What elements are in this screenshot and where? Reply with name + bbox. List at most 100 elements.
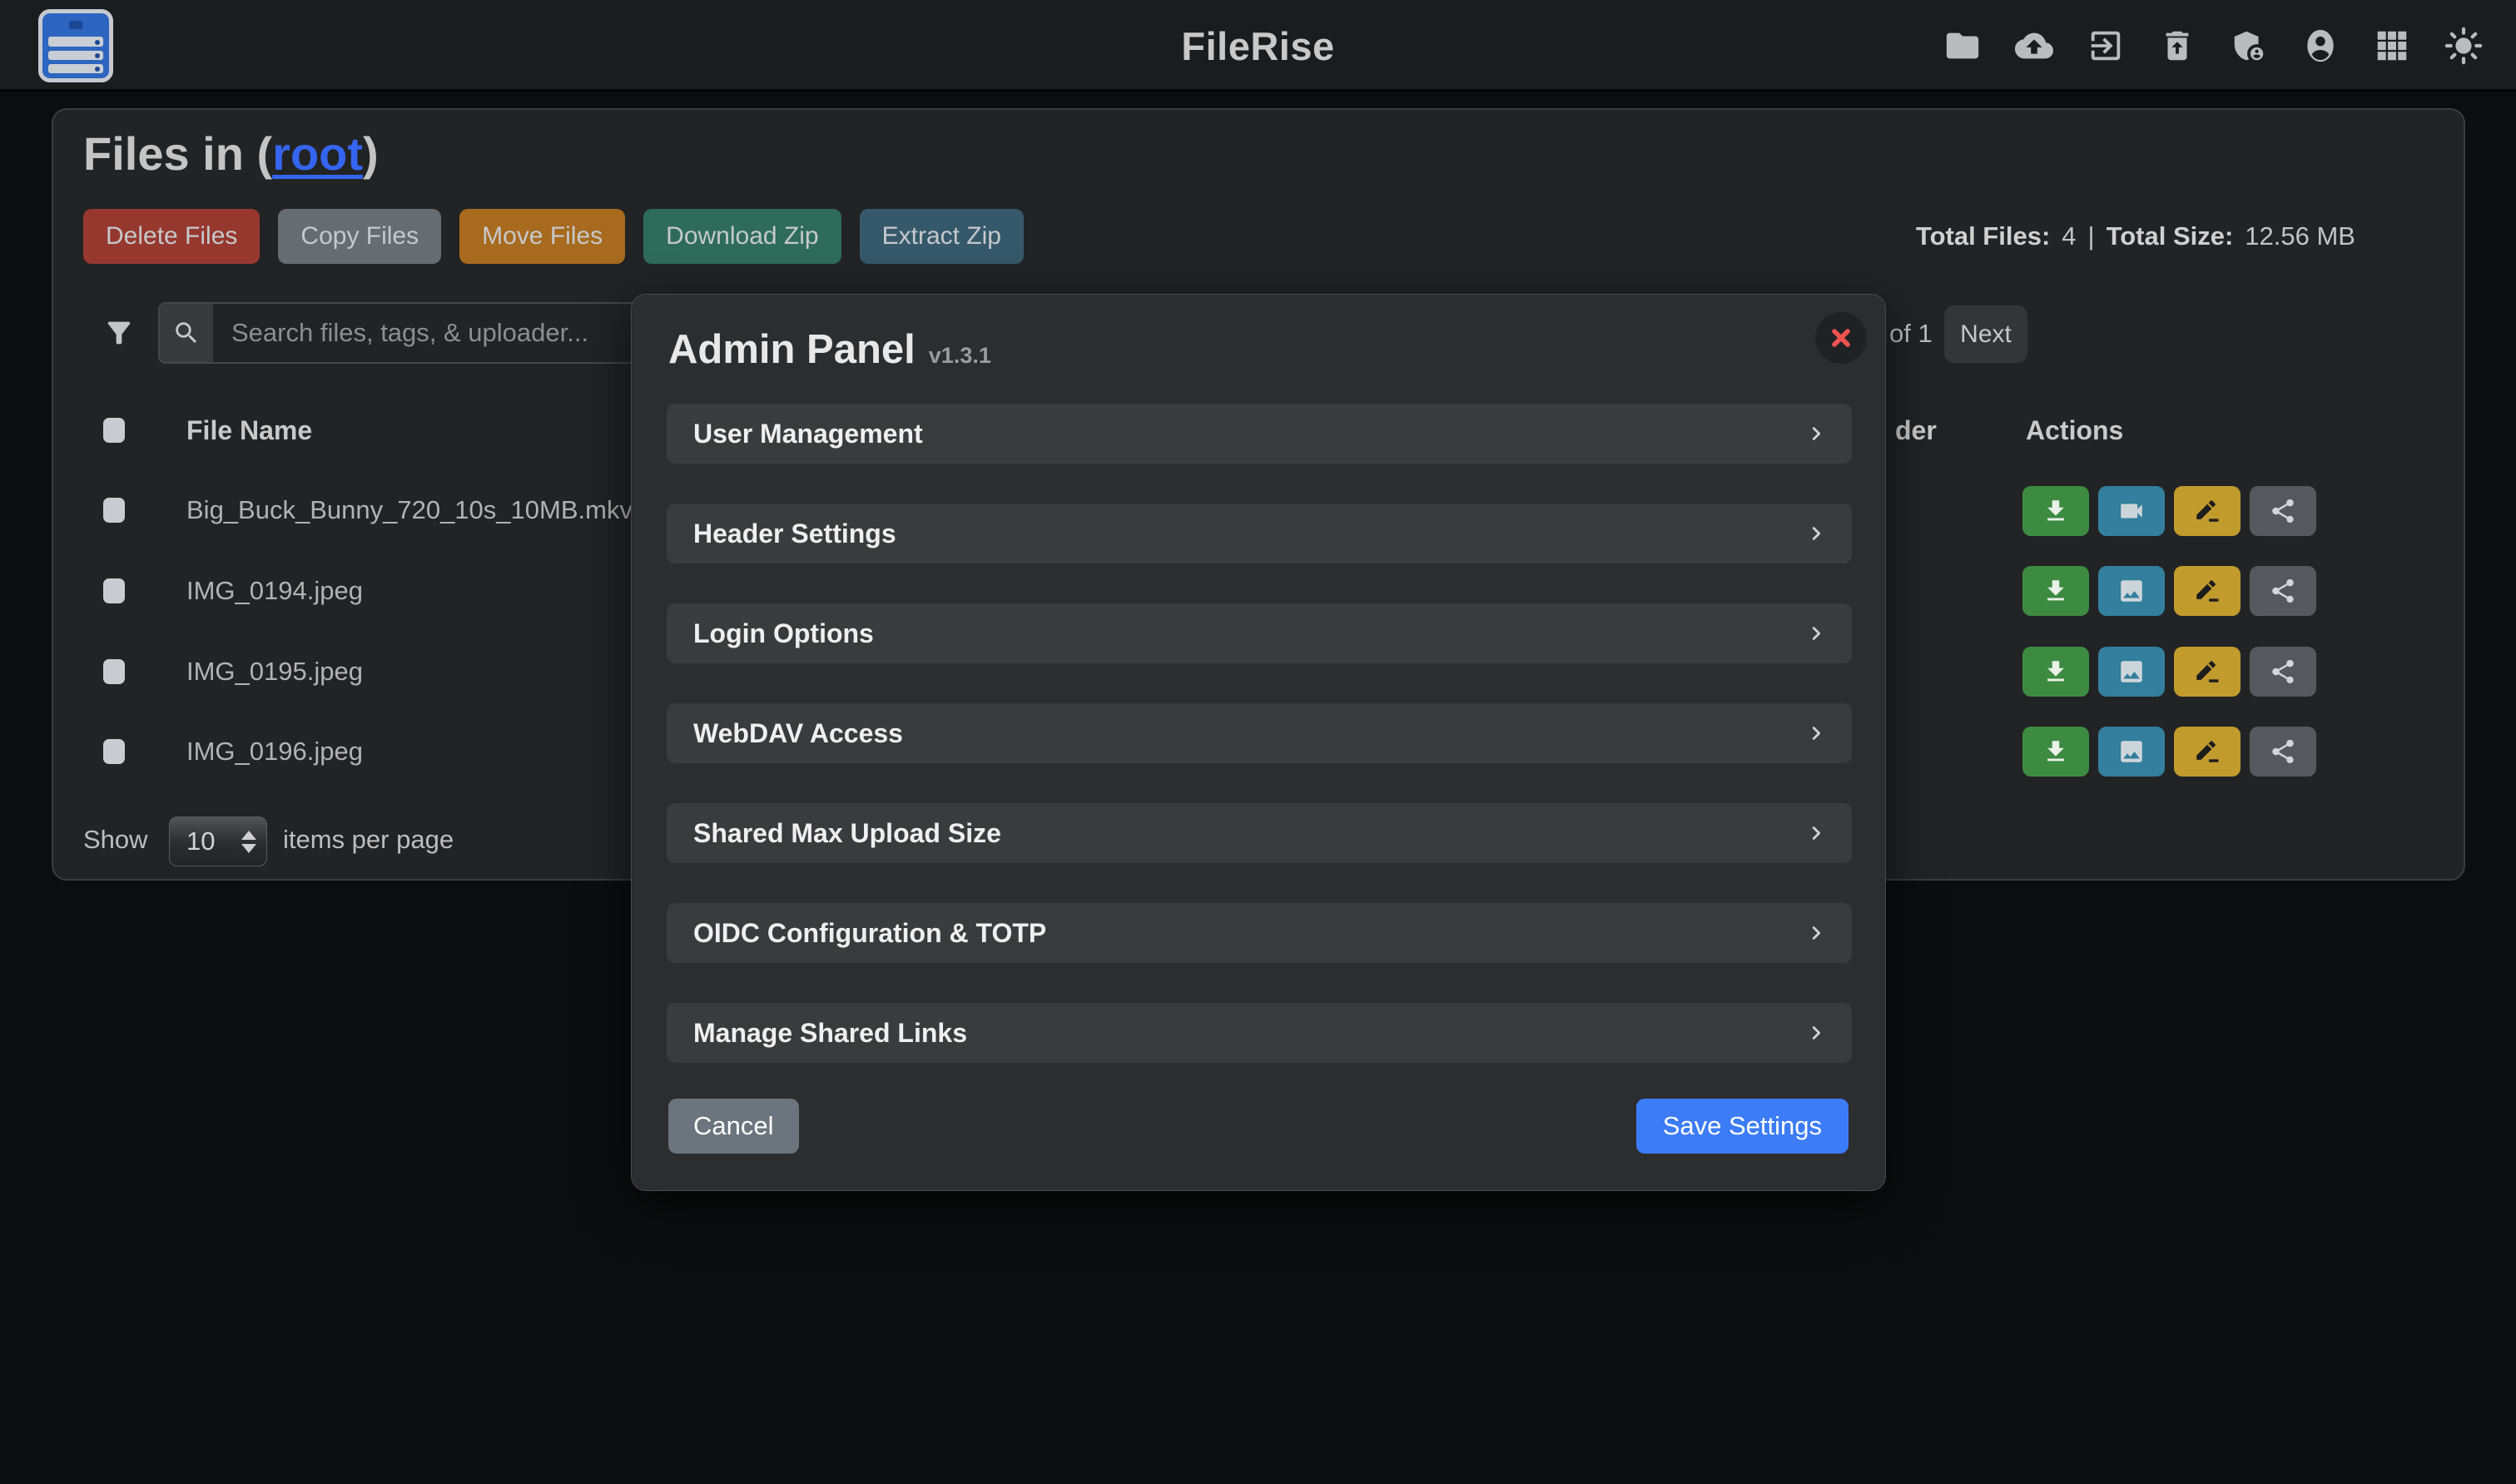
chevron-right-icon — [1802, 919, 1830, 947]
heading-suffix: ) — [363, 127, 379, 180]
user-icon[interactable] — [2301, 27, 2340, 65]
header-icon-group — [1943, 0, 2483, 92]
spinner-arrows-icon — [241, 831, 256, 853]
menu-item-label: WebDAV Access — [693, 718, 903, 749]
admin-panel-modal: Admin Panel v1.3.1 User Management Heade… — [631, 294, 1886, 1191]
chevron-right-icon — [1802, 619, 1830, 648]
menu-item-header-settings[interactable]: Header Settings — [667, 504, 1852, 563]
select-all-checkbox[interactable] — [103, 418, 125, 443]
edit-button[interactable] — [2174, 486, 2241, 536]
total-size-value: 12.56 MB — [2245, 221, 2355, 251]
page-size-select[interactable]: 10 — [169, 816, 267, 866]
total-files-value: 4 — [2062, 221, 2076, 251]
copy-files-button[interactable]: Copy Files — [278, 209, 441, 264]
admin-shield-icon[interactable] — [2230, 27, 2268, 65]
total-size-label: Total Size: — [2107, 221, 2234, 251]
menu-item-label: OIDC Configuration & TOTP — [693, 918, 1046, 949]
row-actions — [2022, 727, 2316, 777]
cloud-upload-icon[interactable] — [2015, 27, 2053, 65]
search-icon[interactable] — [160, 304, 213, 362]
filter-icon[interactable] — [102, 316, 136, 350]
file-actions-toolbar: Delete Files Copy Files Move Files Downl… — [83, 209, 1024, 264]
file-name-cell[interactable]: IMG_0194.jpeg — [186, 573, 363, 609]
menu-item-label: Login Options — [693, 618, 874, 649]
light-mode-icon[interactable] — [2444, 27, 2483, 65]
chevron-right-icon — [1802, 419, 1830, 448]
download-button[interactable] — [2022, 647, 2089, 697]
cancel-button[interactable]: Cancel — [668, 1099, 799, 1154]
logo-bar — [48, 37, 103, 46]
menu-item-label: Manage Shared Links — [693, 1018, 967, 1049]
download-button[interactable] — [2022, 486, 2089, 536]
row-actions — [2022, 566, 2316, 616]
share-button[interactable] — [2250, 647, 2316, 697]
chevron-right-icon — [1802, 519, 1830, 548]
top-bar: FileRise — [0, 0, 2516, 92]
show-label: Show — [83, 821, 148, 858]
actions-column-header: Actions — [2026, 412, 2123, 449]
image-icon[interactable] — [2098, 727, 2165, 777]
chevron-right-icon — [1802, 819, 1830, 847]
logo-bar — [48, 51, 103, 60]
page-size-value: 10 — [186, 826, 241, 856]
uploader-column-header-fragment[interactable]: der — [1895, 412, 1937, 449]
logo-chip — [48, 18, 103, 31]
share-button[interactable] — [2250, 486, 2316, 536]
row-actions — [2022, 486, 2316, 536]
summary-divider: | — [2088, 221, 2095, 251]
menu-item-oidc-totp[interactable]: OIDC Configuration & TOTP — [667, 903, 1852, 963]
menu-item-label: User Management — [693, 419, 923, 449]
menu-item-label: Header Settings — [693, 519, 896, 549]
edit-button[interactable] — [2174, 647, 2241, 697]
menu-item-user-management[interactable]: User Management — [667, 404, 1852, 464]
file-name-cell[interactable]: IMG_0195.jpeg — [186, 653, 363, 690]
file-name-cell[interactable]: Big_Buck_Bunny_720_10s_10MB.mkv — [186, 492, 633, 529]
edit-button[interactable] — [2174, 727, 2241, 777]
modal-header: Admin Panel v1.3.1 — [668, 326, 991, 373]
save-settings-button[interactable]: Save Settings — [1636, 1099, 1849, 1154]
restore-trash-icon[interactable] — [2158, 27, 2196, 65]
items-per-page-label: items per page — [283, 821, 454, 858]
row-checkbox[interactable] — [103, 659, 125, 684]
menu-item-webdav-access[interactable]: WebDAV Access — [667, 703, 1852, 763]
heading-prefix: Files in ( — [83, 127, 272, 180]
grid-icon[interactable] — [2373, 27, 2411, 65]
image-icon[interactable] — [2098, 647, 2165, 697]
delete-files-button[interactable]: Delete Files — [83, 209, 260, 264]
image-icon[interactable] — [2098, 566, 2165, 616]
menu-item-login-options[interactable]: Login Options — [667, 603, 1852, 663]
file-name-column-header[interactable]: File Name — [186, 412, 312, 449]
root-folder-link[interactable]: root — [272, 127, 363, 180]
row-checkbox[interactable] — [103, 498, 125, 523]
videocam-icon[interactable] — [2098, 486, 2165, 536]
chevron-right-icon — [1802, 1019, 1830, 1047]
folder-icon[interactable] — [1943, 27, 1982, 65]
page-of-label: of 1 — [1889, 319, 1933, 349]
extract-zip-button[interactable]: Extract Zip — [860, 209, 1024, 264]
page-title: Files in (root) — [83, 127, 379, 181]
row-actions — [2022, 647, 2316, 697]
chevron-right-icon — [1802, 719, 1830, 747]
modal-version: v1.3.1 — [929, 343, 991, 369]
row-checkbox[interactable] — [103, 578, 125, 603]
modal-title: Admin Panel — [668, 326, 916, 373]
total-files-label: Total Files: — [1916, 221, 2050, 251]
totals-summary: Total Files: 4 | Total Size: 12.56 MB — [1916, 221, 2355, 251]
menu-item-label: Shared Max Upload Size — [693, 818, 1001, 849]
file-name-cell[interactable]: IMG_0196.jpeg — [186, 733, 363, 770]
row-checkbox[interactable] — [103, 739, 125, 764]
download-button[interactable] — [2022, 727, 2089, 777]
logo-bar — [48, 64, 103, 73]
download-zip-button[interactable]: Download Zip — [643, 209, 841, 264]
sign-in-icon[interactable] — [2087, 27, 2125, 65]
filerise-logo-icon[interactable] — [38, 9, 113, 82]
next-page-button[interactable]: Next — [1944, 305, 2027, 363]
menu-item-manage-shared-links[interactable]: Manage Shared Links — [667, 1003, 1852, 1063]
close-icon[interactable] — [1815, 312, 1867, 364]
move-files-button[interactable]: Move Files — [459, 209, 625, 264]
share-button[interactable] — [2250, 727, 2316, 777]
share-button[interactable] — [2250, 566, 2316, 616]
edit-button[interactable] — [2174, 566, 2241, 616]
menu-item-shared-max-upload-size[interactable]: Shared Max Upload Size — [667, 803, 1852, 863]
download-button[interactable] — [2022, 566, 2089, 616]
